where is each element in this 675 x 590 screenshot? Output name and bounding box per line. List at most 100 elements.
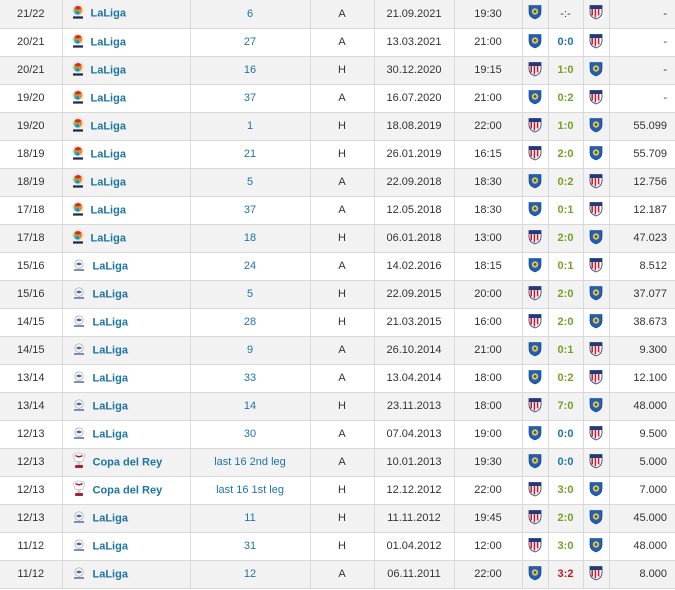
getafe-crest-icon[interactable] — [589, 313, 603, 332]
round-link[interactable]: last 16 2nd leg — [214, 456, 286, 468]
getafe-crest-icon[interactable] — [589, 537, 603, 556]
round-link[interactable]: 28 — [244, 316, 256, 328]
getafe-crest-icon[interactable] — [528, 425, 542, 444]
round-link[interactable]: 18 — [244, 232, 256, 244]
getafe-crest-icon[interactable] — [528, 257, 542, 276]
competition-link[interactable]: LaLiga — [93, 260, 128, 272]
round-link[interactable]: 27 — [244, 36, 256, 48]
competition-link[interactable]: LaLiga — [93, 344, 128, 356]
result-link[interactable]: 3:0 — [558, 540, 574, 552]
round-link[interactable]: 5 — [247, 288, 253, 300]
round-link[interactable]: 30 — [244, 428, 256, 440]
result-link[interactable]: 0:1 — [558, 344, 574, 356]
getafe-crest-icon[interactable] — [589, 61, 603, 80]
result-link[interactable]: -:- — [560, 8, 570, 20]
competition-link[interactable]: LaLiga — [93, 540, 128, 552]
competition-link[interactable]: LaLiga — [93, 316, 128, 328]
competition-link[interactable]: Copa del Rey — [93, 456, 163, 468]
competition-link[interactable]: LaLiga — [93, 568, 128, 580]
laliga-old-logo-icon[interactable] — [71, 538, 87, 555]
laliga-old-logo-icon[interactable] — [71, 258, 87, 275]
laliga-logo-icon[interactable] — [71, 61, 85, 80]
laliga-old-logo-icon[interactable] — [71, 286, 87, 303]
competition-link[interactable]: LaLiga — [91, 92, 126, 104]
atletico-madrid-crest-icon[interactable] — [589, 369, 603, 388]
copa-del-rey-logo-icon[interactable] — [71, 452, 87, 473]
round-link[interactable]: 12 — [244, 568, 256, 580]
competition-link[interactable]: LaLiga — [91, 64, 126, 76]
competition-link[interactable]: LaLiga — [93, 288, 128, 300]
result-link[interactable]: 0:0 — [558, 36, 574, 48]
result-link[interactable]: 2:0 — [558, 512, 574, 524]
laliga-old-logo-icon[interactable] — [71, 342, 87, 359]
round-link[interactable]: 6 — [247, 8, 253, 20]
result-link[interactable]: 0:0 — [558, 428, 574, 440]
competition-link[interactable]: LaLiga — [91, 120, 126, 132]
round-link[interactable]: 1 — [247, 120, 253, 132]
getafe-crest-icon[interactable] — [589, 509, 603, 528]
laliga-logo-icon[interactable] — [71, 4, 85, 23]
atletico-madrid-crest-icon[interactable] — [589, 201, 603, 220]
round-link[interactable]: 11 — [244, 512, 255, 524]
result-link[interactable]: 0:1 — [558, 204, 574, 216]
result-link[interactable]: 0:2 — [558, 176, 574, 188]
laliga-logo-icon[interactable] — [71, 89, 85, 108]
getafe-crest-icon[interactable] — [528, 89, 542, 108]
atletico-madrid-crest-icon[interactable] — [589, 89, 603, 108]
competition-link[interactable]: LaLiga — [91, 8, 126, 20]
atletico-madrid-crest-icon[interactable] — [589, 341, 603, 360]
getafe-crest-icon[interactable] — [589, 481, 603, 500]
atletico-madrid-crest-icon[interactable] — [528, 397, 542, 416]
atletico-madrid-crest-icon[interactable] — [528, 229, 542, 248]
atletico-madrid-crest-icon[interactable] — [528, 61, 542, 80]
atletico-madrid-crest-icon[interactable] — [589, 4, 603, 23]
atletico-madrid-crest-icon[interactable] — [528, 537, 542, 556]
result-link[interactable]: 0:2 — [558, 92, 574, 104]
atletico-madrid-crest-icon[interactable] — [589, 425, 603, 444]
getafe-crest-icon[interactable] — [528, 341, 542, 360]
getafe-crest-icon[interactable] — [528, 173, 542, 192]
round-link[interactable]: 37 — [244, 204, 256, 216]
atletico-madrid-crest-icon[interactable] — [528, 117, 542, 136]
getafe-crest-icon[interactable] — [589, 117, 603, 136]
laliga-old-logo-icon[interactable] — [71, 370, 87, 387]
atletico-madrid-crest-icon[interactable] — [528, 481, 542, 500]
competition-link[interactable]: LaLiga — [93, 512, 128, 524]
round-link[interactable]: 5 — [247, 176, 253, 188]
round-link[interactable]: 16 — [244, 64, 256, 76]
atletico-madrid-crest-icon[interactable] — [528, 145, 542, 164]
round-link[interactable]: 31 — [244, 540, 256, 552]
laliga-logo-icon[interactable] — [71, 145, 85, 164]
getafe-crest-icon[interactable] — [589, 145, 603, 164]
round-link[interactable]: last 16 1st leg — [216, 484, 284, 496]
result-link[interactable]: 7:0 — [558, 400, 574, 412]
getafe-crest-icon[interactable] — [528, 565, 542, 584]
laliga-old-logo-icon[interactable] — [71, 510, 87, 527]
competition-link[interactable]: LaLiga — [93, 428, 128, 440]
getafe-crest-icon[interactable] — [528, 201, 542, 220]
competition-link[interactable]: LaLiga — [91, 148, 126, 160]
atletico-madrid-crest-icon[interactable] — [528, 313, 542, 332]
atletico-madrid-crest-icon[interactable] — [589, 173, 603, 192]
getafe-crest-icon[interactable] — [528, 33, 542, 52]
result-link[interactable]: 1:0 — [558, 120, 574, 132]
copa-del-rey-logo-icon[interactable] — [71, 480, 87, 501]
atletico-madrid-crest-icon[interactable] — [528, 285, 542, 304]
result-link[interactable]: 0:1 — [558, 260, 574, 272]
laliga-old-logo-icon[interactable] — [71, 566, 87, 583]
competition-link[interactable]: LaLiga — [91, 176, 126, 188]
round-link[interactable]: 33 — [244, 372, 256, 384]
atletico-madrid-crest-icon[interactable] — [589, 453, 603, 472]
laliga-logo-icon[interactable] — [71, 173, 85, 192]
atletico-madrid-crest-icon[interactable] — [589, 33, 603, 52]
laliga-logo-icon[interactable] — [71, 33, 85, 52]
round-link[interactable]: 37 — [244, 92, 256, 104]
laliga-old-logo-icon[interactable] — [71, 398, 87, 415]
competition-link[interactable]: LaLiga — [91, 36, 126, 48]
competition-link[interactable]: LaLiga — [93, 372, 128, 384]
result-link[interactable]: 0:0 — [558, 456, 574, 468]
getafe-crest-icon[interactable] — [589, 229, 603, 248]
getafe-crest-icon[interactable] — [528, 4, 542, 23]
round-link[interactable]: 9 — [247, 344, 253, 356]
laliga-logo-icon[interactable] — [71, 201, 85, 220]
